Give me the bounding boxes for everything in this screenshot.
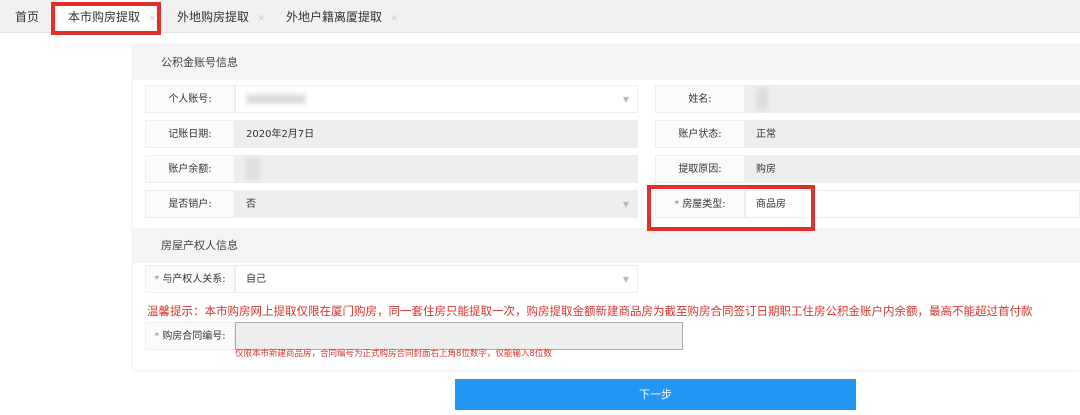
account-label: 个人账号:: [145, 85, 235, 113]
contract-label: * 购房合同编号:: [145, 322, 235, 350]
section-title: 房屋产权人信息: [133, 228, 1080, 263]
closed-select: 否 ▼: [235, 190, 638, 218]
relation-label: * 与产权人关系:: [145, 265, 235, 293]
tab-label: 本市购房提取: [68, 10, 141, 24]
closed-label: 是否销户:: [145, 190, 235, 218]
section-title: 公积金账号信息: [133, 45, 1080, 80]
required-mark: *: [154, 274, 160, 285]
tab-label: 首页: [15, 10, 40, 24]
chevron-down-icon: ▼: [622, 200, 629, 209]
reason-label: 提取原因:: [655, 155, 745, 183]
contract-number-input[interactable]: [235, 322, 683, 350]
label-text: 与产权人关系:: [162, 274, 226, 285]
tab-label: 外地购房提取: [177, 10, 250, 24]
required-mark: *: [154, 331, 160, 342]
required-mark: *: [674, 199, 680, 210]
close-icon[interactable]: ×: [257, 13, 265, 24]
tab-home[interactable]: 首页: [15, 0, 39, 33]
balance-field: [235, 155, 638, 183]
house-type-field[interactable]: 商品房: [745, 190, 1080, 218]
chevron-down-icon: ▼: [622, 95, 629, 104]
tab-leave-city[interactable]: 外地户籍离厦提取 ×: [286, 0, 398, 33]
name-label: 姓名:: [655, 85, 745, 113]
account-select[interactable]: ▼: [235, 85, 638, 113]
redacted-value: [246, 158, 260, 180]
close-icon[interactable]: ×: [390, 13, 398, 24]
status-field: 正常: [745, 120, 1080, 148]
date-field: 2020年2月7日: [235, 120, 638, 148]
chevron-down-icon: ▼: [622, 275, 629, 284]
tab-bar: 首页 本市购房提取 × 外地购房提取 × 外地户籍离厦提取 ×: [0, 0, 1080, 33]
relation-select[interactable]: 自己 ▼: [235, 265, 638, 293]
redacted-value: [246, 94, 306, 104]
contract-hint: 仅限本市新建商品房，合同编号为正式购房合同封面右上角8位数字，仅能输入8位数: [235, 349, 552, 359]
redacted-value: [756, 88, 768, 110]
date-label: 记账日期:: [145, 120, 235, 148]
tab-local-purchase[interactable]: 本市购房提取 ×: [58, 0, 156, 33]
tab-label: 外地户籍离厦提取: [286, 10, 383, 24]
name-field: [745, 85, 1080, 113]
balance-label: 账户余额:: [145, 155, 235, 183]
relation-value: 自己: [246, 274, 266, 285]
close-icon[interactable]: ×: [148, 13, 156, 24]
tab-other-city-purchase[interactable]: 外地购房提取 ×: [177, 0, 265, 33]
closed-value: 否: [246, 199, 256, 210]
house-type-label: * 房屋类型:: [655, 190, 745, 218]
label-text: 购房合同编号:: [162, 331, 226, 342]
label-text: 房屋类型:: [682, 199, 726, 210]
form-panel: 公积金账号信息 个人账号: ▼ 姓名: 记账日期: 2020年2月7日 账户状态…: [133, 45, 1080, 370]
reason-field: 购房: [745, 155, 1080, 183]
next-button[interactable]: 下一步: [455, 379, 856, 410]
status-label: 账户状态:: [655, 120, 745, 148]
warning-text: 温馨提示：本市购房网上提取仅限在厦门购房，同一套住房只能提取一次，购房提取金额新…: [147, 304, 1033, 318]
